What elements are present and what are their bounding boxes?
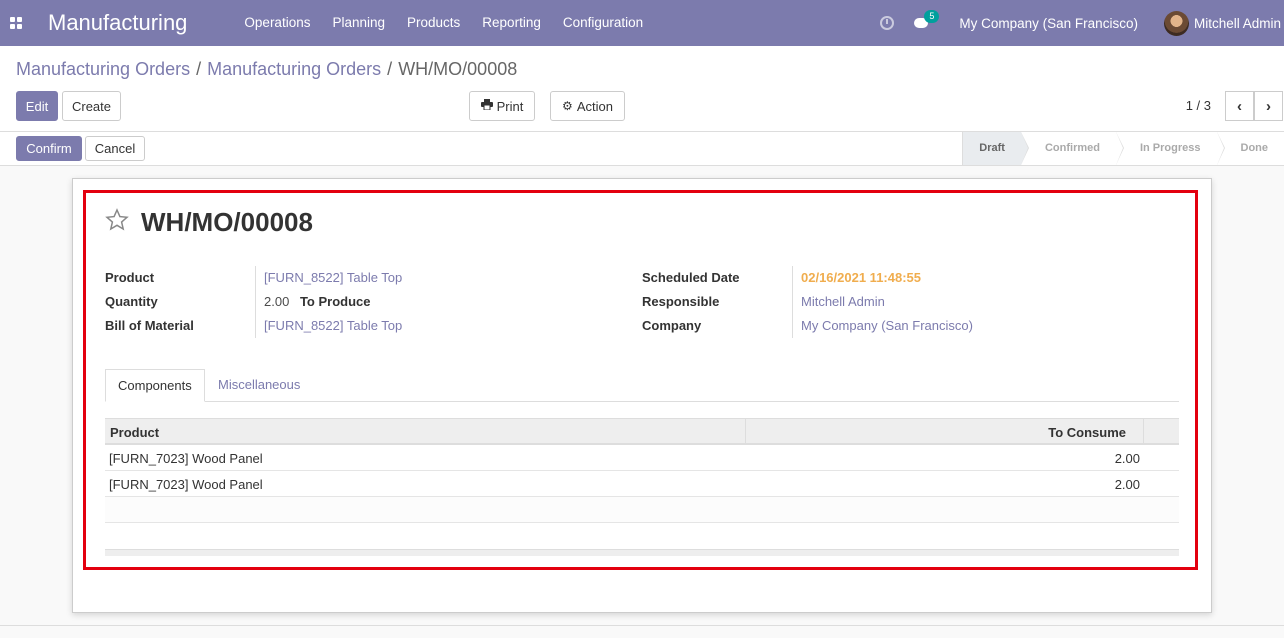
activity-clock-icon[interactable] — [880, 16, 895, 30]
breadcrumb: Manufacturing Orders / Manufacturing Ord… — [16, 59, 517, 80]
table-row-empty — [105, 497, 1179, 523]
action-label: Action — [576, 98, 613, 114]
company-label: Company — [642, 318, 702, 333]
field-divider — [792, 266, 793, 338]
scheduled-date-value: 02/16/2021 11:48:55 — [801, 270, 921, 285]
menu-reporting[interactable]: Reporting — [471, 0, 552, 46]
tab-components[interactable]: Components — [105, 369, 205, 402]
edit-button[interactable]: Edit — [16, 91, 58, 121]
main-menu: Operations Planning Products Reporting C… — [233, 0, 654, 46]
record-title: WH/MO/00008 — [141, 207, 313, 237]
responsible-label: Responsible — [642, 294, 720, 309]
row-product: [FURN_7023] Wood Panel — [109, 451, 263, 466]
breadcrumb-item-1[interactable]: Manufacturing Orders — [16, 59, 190, 80]
menu-planning[interactable]: Planning — [321, 0, 396, 46]
field-divider — [255, 266, 256, 338]
row-to-consume: 2.00 — [1114, 477, 1140, 492]
bom-value[interactable]: [FURN_8522] Table Top — [264, 318, 402, 333]
bottom-divider — [0, 625, 1284, 626]
table-footer — [105, 549, 1179, 556]
column-header-product[interactable]: Product — [110, 425, 159, 440]
gear-icon: ⚙ — [562, 99, 573, 113]
create-button[interactable]: Create — [62, 91, 121, 121]
components-table: Product To Consume [FURN_7023] Wood Pane… — [105, 418, 1179, 556]
pager-value[interactable]: 1 / 3 — [1186, 98, 1211, 113]
chevron-right-icon: › — [1266, 97, 1271, 115]
systray: 5 My Company (San Francisco) Mitchell Ad… — [880, 0, 1284, 46]
print-button[interactable]: Print — [469, 91, 535, 121]
app-title[interactable]: Manufacturing — [48, 10, 187, 36]
responsible-value[interactable]: Mitchell Admin — [801, 294, 885, 309]
control-panel: Manufacturing Orders / Manufacturing Ord… — [0, 46, 1284, 132]
chat-count-badge: 5 — [924, 9, 940, 23]
top-navbar: Manufacturing Operations Planning Produc… — [0, 0, 1284, 46]
quantity-suffix: To Produce — [299, 294, 371, 309]
stage-confirmed[interactable]: Confirmed — [1020, 132, 1124, 165]
stage-draft[interactable]: Draft — [962, 132, 1029, 165]
pager-previous-button[interactable]: ‹ — [1225, 91, 1254, 121]
star-icon[interactable] — [105, 208, 129, 232]
breadcrumb-current: WH/MO/00008 — [398, 59, 518, 79]
table-row[interactable]: [FURN_7023] Wood Panel 2.00 — [105, 471, 1179, 497]
chat-icon[interactable]: 5 — [914, 9, 940, 30]
breadcrumb-item-2[interactable]: Manufacturing Orders — [207, 59, 381, 80]
menu-configuration[interactable]: Configuration — [552, 0, 654, 46]
print-icon — [480, 99, 493, 113]
stage-done[interactable]: Done — [1216, 132, 1284, 165]
product-value[interactable]: [FURN_8522] Table Top — [264, 270, 402, 285]
confirm-button[interactable]: Confirm — [16, 136, 82, 161]
user-menu[interactable]: Mitchell Admin — [1194, 16, 1281, 31]
menu-operations[interactable]: Operations — [233, 0, 321, 46]
menu-products[interactable]: Products — [396, 0, 471, 46]
tab-miscellaneous[interactable]: Miscellaneous — [206, 369, 312, 402]
table-header: Product To Consume — [105, 418, 1179, 445]
company-value[interactable]: My Company (San Francisco) — [801, 318, 973, 333]
quantity-value: 2.00 To Produce — [264, 294, 370, 309]
column-header-to-consume[interactable]: To Consume — [1048, 425, 1126, 440]
breadcrumb-separator: / — [196, 59, 202, 79]
cancel-button[interactable]: Cancel — [85, 136, 145, 161]
row-to-consume: 2.00 — [1114, 451, 1140, 466]
action-button[interactable]: ⚙ Action — [550, 91, 625, 121]
quantity-label: Quantity — [105, 294, 158, 309]
scheduled-date-label: Scheduled Date — [642, 270, 740, 285]
pager-next-button[interactable]: › — [1254, 91, 1283, 121]
product-label: Product — [105, 270, 155, 285]
table-row[interactable]: [FURN_7023] Wood Panel 2.00 — [105, 445, 1179, 471]
row-product: [FURN_7023] Wood Panel — [109, 477, 263, 492]
notebook-tabs: Components Miscellaneous — [105, 369, 1179, 402]
stage-pipeline: Draft Confirmed In Progress Done — [962, 132, 1284, 165]
print-label: Print — [496, 98, 524, 114]
status-bar: Confirm Cancel Draft Confirmed In Progre… — [0, 132, 1284, 166]
apps-menu-icon[interactable] — [0, 0, 32, 46]
stage-in-progress[interactable]: In Progress — [1115, 132, 1224, 165]
breadcrumb-separator: / — [387, 59, 393, 79]
quantity-number: 2.00 — [264, 294, 290, 309]
avatar[interactable] — [1163, 10, 1189, 36]
chevron-left-icon: ‹ — [1237, 97, 1242, 115]
company-switcher[interactable]: My Company (San Francisco) — [959, 16, 1138, 31]
bom-label: Bill of Material — [105, 318, 194, 333]
